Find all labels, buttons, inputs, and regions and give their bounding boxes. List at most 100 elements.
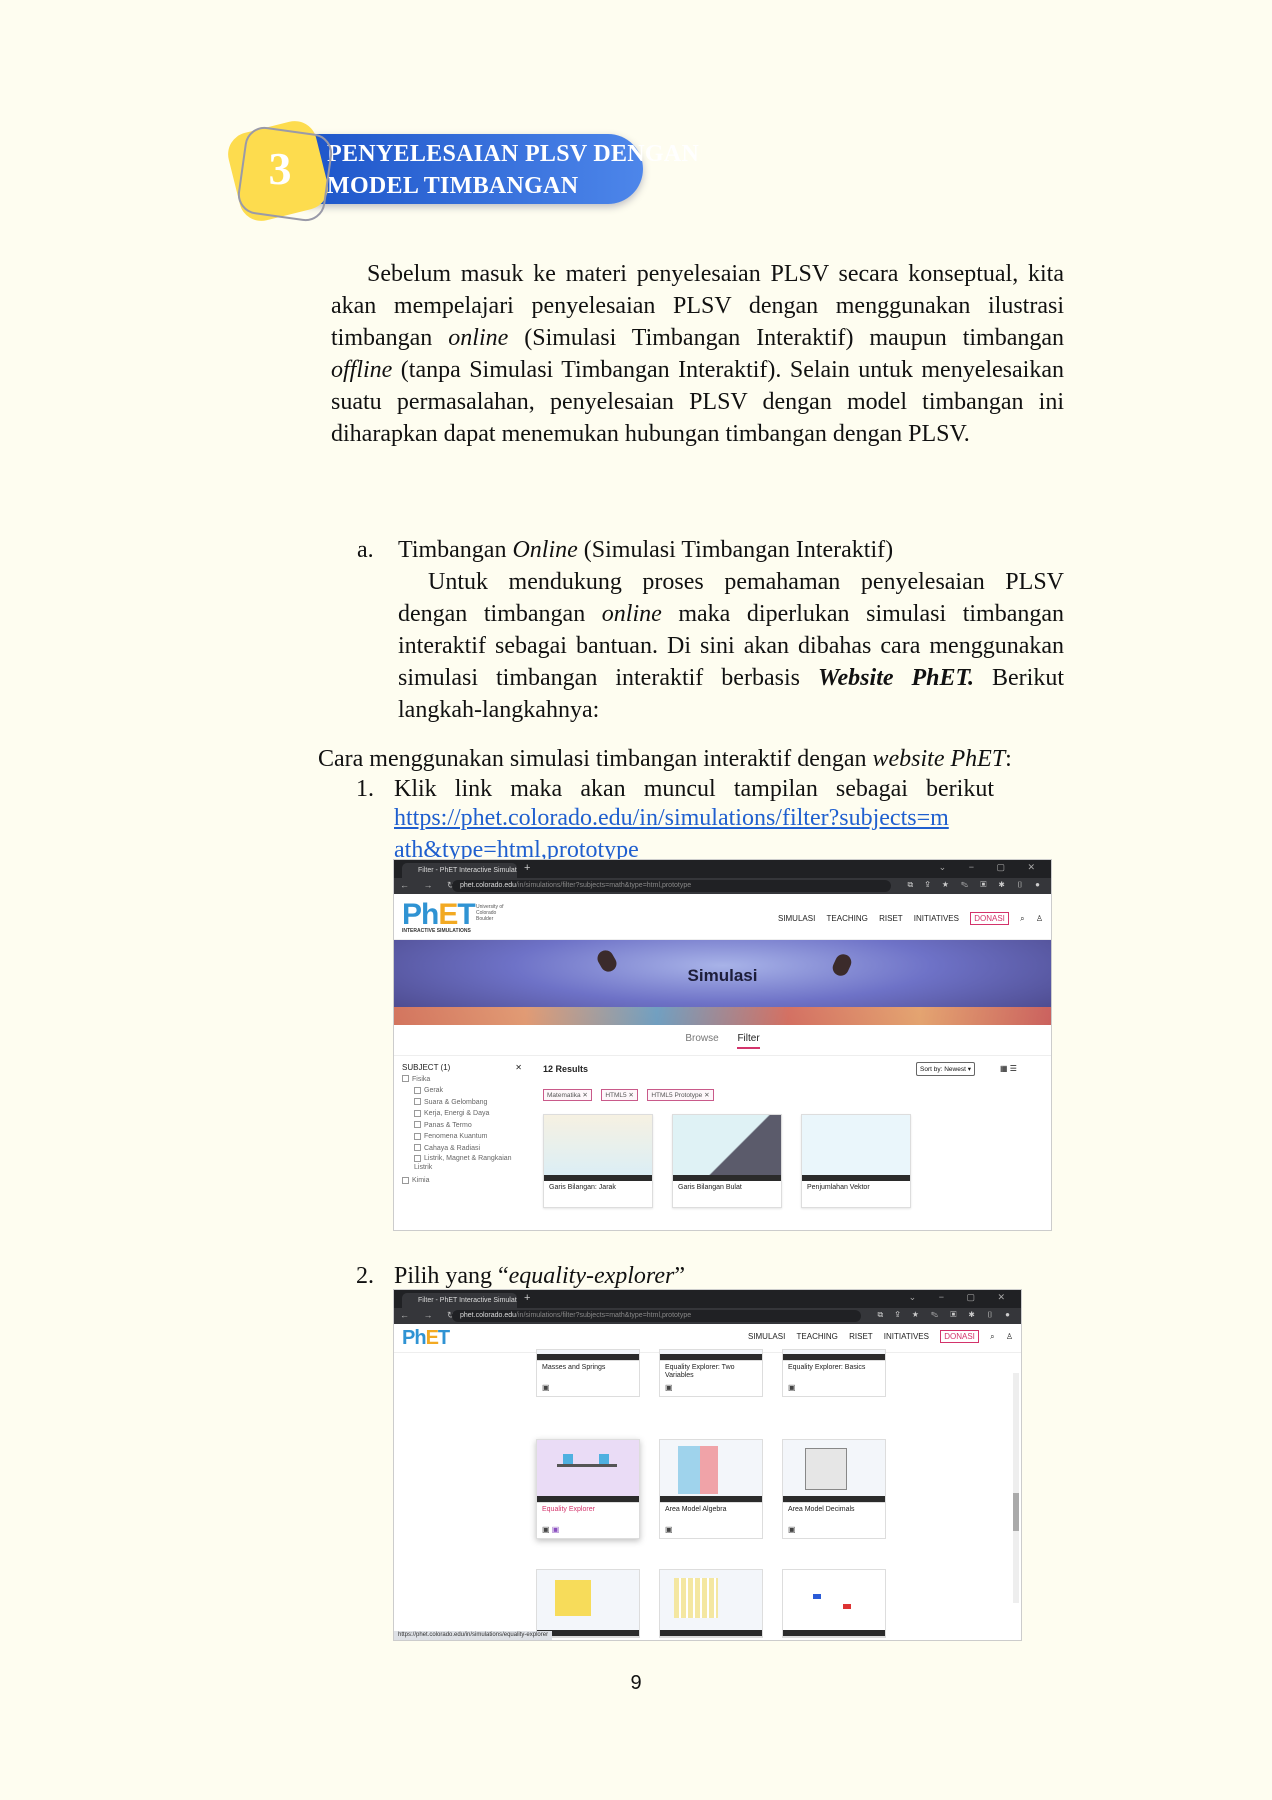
cu-boulder-logo: University of Colorado Boulder [476, 904, 504, 922]
html5-icon: ▣ [542, 1383, 550, 1392]
filter-item[interactable]: Kimia [402, 1175, 522, 1187]
step1-number: 1. [356, 776, 374, 802]
sim-card[interactable] [782, 1569, 886, 1638]
browser-tab-strip: Filter - PhET Interactive Simulati + ⌄ −… [394, 860, 1051, 878]
filter-item[interactable]: Kerja, Energi & Daya [402, 1108, 522, 1120]
sim-title: Equality Explorer: Basics [788, 1364, 866, 1371]
filter-item[interactable]: Suara & Gelombang [402, 1097, 522, 1109]
sim-thumbnail [802, 1115, 910, 1181]
section-a-marker: a. [357, 537, 374, 563]
sim-title: Penjumlahan Vektor [807, 1184, 870, 1191]
browser-tab-strip: Filter - PhET Interactive Simulati + ⌄ −… [394, 1290, 1021, 1308]
filter-item[interactable]: Gerak [402, 1085, 522, 1097]
address-bar[interactable]: phet.colorado.edu/in/simulations/filter?… [452, 880, 891, 892]
new-tab-icon[interactable]: + [524, 862, 530, 874]
step1-link[interactable]: https://phet.colorado.edu/in/simulations… [394, 802, 1034, 866]
chapter-number: 3 [268, 143, 292, 194]
sim-thumbnail [673, 1115, 781, 1181]
sim-thumbnail [537, 1570, 639, 1637]
nav-donasi[interactable]: DONASI [970, 912, 1009, 925]
filter-item[interactable]: Listrik, Magnet & Rangkaian Listrik [402, 1154, 522, 1172]
sim-title: Equality Explorer [542, 1506, 595, 1513]
filter-item[interactable]: Panas & Termo [402, 1120, 522, 1132]
nav-simulasi[interactable]: SIMULASI [778, 914, 815, 923]
sim-card[interactable]: Equality Explorer: Basics ▣ [782, 1349, 886, 1397]
sim-card-equality-explorer[interactable]: Equality Explorer ▣ ▣ [536, 1439, 640, 1539]
filter-item[interactable]: Fenomena Kuantum [402, 1131, 522, 1143]
browser-tab[interactable]: Filter - PhET Interactive Simulati [402, 1293, 517, 1308]
section-a-title: Timbangan Online (Simulasi Timbangan Int… [398, 537, 894, 563]
sim-card[interactable]: Masses and Springs ▣ [536, 1349, 640, 1397]
window-controls-icon[interactable]: ⌄ − ▢ ✕ [939, 862, 1045, 873]
chip-html5-prototype[interactable]: HTML5 Prototype ✕ [647, 1089, 714, 1101]
nav-initiatives[interactable]: INITIATIVES [884, 1332, 929, 1341]
phet-nav: SIMULASI TEACHING RISET INITIATIVES DONA… [739, 1330, 1013, 1343]
nav-teaching[interactable]: TEACHING [797, 1332, 838, 1341]
nav-initiatives[interactable]: INITIATIVES [914, 914, 959, 923]
sim-title: Garis Bilangan Bulat [678, 1184, 742, 1191]
sort-select[interactable]: Sort by: Newest ▾ [916, 1062, 975, 1076]
scrollbar-thumb[interactable] [1013, 1493, 1019, 1531]
page-number: 9 [630, 1672, 642, 1694]
window-controls-icon[interactable]: ⌄ − ▢ ✕ [909, 1292, 1015, 1303]
phet-filter-link[interactable]: https://phet.colorado.edu/in/simulations… [394, 805, 949, 831]
nav-teaching[interactable]: TEACHING [827, 914, 868, 923]
chip-matematika[interactable]: Matematika ✕ [543, 1089, 592, 1101]
user-icon[interactable]: ♙ [1036, 914, 1043, 923]
sim-thumbnail [660, 1350, 762, 1361]
status-url: https://phet.colorado.edu/in/simulations… [394, 1631, 553, 1640]
view-toggle-icon[interactable]: ▦ ☰ [1000, 1064, 1017, 1073]
step2-text: Pilih yang “equality-explorer” [394, 1263, 686, 1289]
sim-card[interactable]: Area Model Algebra ▣ [659, 1439, 763, 1539]
nav-simulasi[interactable]: SIMULASI [748, 1332, 785, 1341]
sim-thumbnail [537, 1350, 639, 1361]
search-icon[interactable]: ⌕ [1020, 914, 1024, 923]
phet-logo-subtitle: INTERACTIVE SIMULATIONS [402, 928, 471, 934]
html5-icon: ▣ [788, 1525, 796, 1534]
html5-icon: ▣ [665, 1525, 673, 1534]
intro-paragraph: Sebelum masuk ke materi penyelesaian PLS… [331, 261, 1065, 447]
browser-screenshot-equality: Filter - PhET Interactive Simulati + ⌄ −… [394, 1290, 1021, 1640]
step1-text: Klik link maka akan muncul tampilan seba… [394, 776, 994, 802]
sim-card[interactable]: Area Model Decimals ▣ [782, 1439, 886, 1539]
filter-area: SUBJECT (1) ✕ Fisika Gerak Suara & Gelomb… [394, 1056, 1051, 1230]
nav-riset[interactable]: RISET [879, 914, 902, 923]
nav-riset[interactable]: RISET [849, 1332, 872, 1341]
sim-grid: Masses and Springs ▣ Equality Explorer: … [394, 1349, 1021, 1638]
new-tab-icon[interactable]: + [524, 1292, 530, 1304]
chapter-header: PENYELESAIAN PLSV DENGAN MODEL TIMBANGAN… [223, 116, 725, 230]
sim-card[interactable] [536, 1569, 640, 1638]
sim-card[interactable]: Penjumlahan Vektor [801, 1114, 911, 1208]
phet-logo[interactable]: PhET [402, 1327, 450, 1350]
html5-icon: ▣ [788, 1383, 796, 1392]
address-bar[interactable]: phet.colorado.edu/in/simulations/filter?… [452, 1310, 861, 1322]
scrollbar[interactable] [1013, 1373, 1019, 1603]
sim-card[interactable]: Garis Bilangan: Jarak [543, 1114, 653, 1208]
sim-thumbnail [660, 1440, 762, 1503]
nav-donasi[interactable]: DONASI [940, 1330, 979, 1343]
chip-html5[interactable]: HTML5 ✕ [601, 1089, 638, 1101]
html5-icon: ▣ [665, 1383, 673, 1392]
filter-item[interactable]: Fisika [402, 1074, 522, 1086]
search-icon[interactable]: ⌕ [990, 1332, 994, 1341]
extension-icons[interactable]: ⧉ ⇪ ★ ✎ ▣ ✱ ▯ ● [907, 880, 1045, 890]
html5-icon: ▣ ▣ [542, 1525, 560, 1534]
phet-nav: SIMULASI TEACHING RISET INITIATIVES DONA… [769, 912, 1043, 925]
sim-title: Garis Bilangan: Jarak [549, 1184, 616, 1191]
tab-filter[interactable]: Filter [737, 1033, 760, 1049]
browser-tab[interactable]: Filter - PhET Interactive Simulati [402, 863, 517, 878]
sim-title: Area Model Decimals [788, 1506, 855, 1513]
sim-card[interactable] [659, 1569, 763, 1638]
filter-item[interactable]: Cahaya & Radiasi [402, 1143, 522, 1155]
user-icon[interactable]: ♙ [1006, 1332, 1013, 1341]
phet-logo[interactable]: PhET [402, 898, 476, 932]
sim-card[interactable]: Equality Explorer: Two Variables ▣ [659, 1349, 763, 1397]
chapter-title: PENYELESAIAN PLSV DENGAN MODEL TIMBANGAN [327, 141, 700, 199]
results-count: 12 Results [543, 1064, 589, 1074]
extension-icons[interactable]: ⧉ ⇪ ★ ✎ ▣ ✱ ▯ ● [877, 1310, 1015, 1320]
sim-thumbnail [783, 1440, 885, 1503]
sim-card[interactable]: Garis Bilangan Bulat [672, 1114, 782, 1208]
steps-intro: Cara menggunakan simulasi timbangan inte… [318, 746, 1012, 772]
subject-header: SUBJECT (1) ✕ [402, 1063, 522, 1072]
tab-browse[interactable]: Browse [685, 1033, 718, 1044]
